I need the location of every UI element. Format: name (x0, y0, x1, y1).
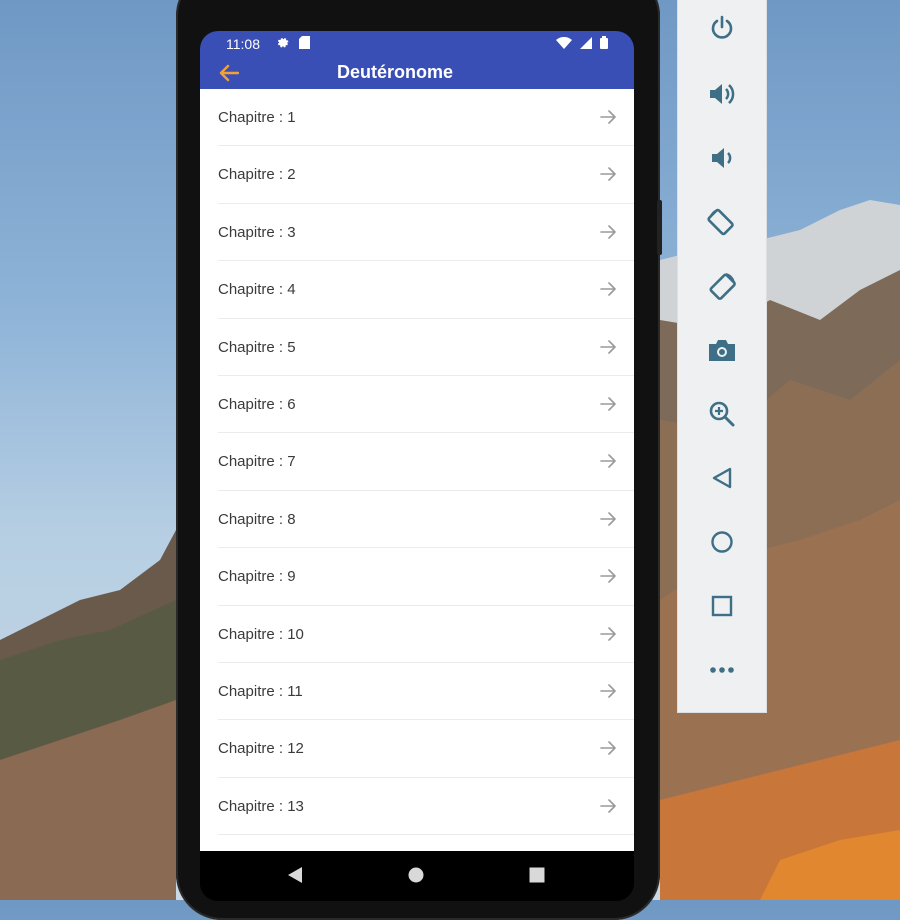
nav-back-button[interactable] (285, 865, 305, 885)
wifi-icon (556, 36, 572, 49)
battery-icon (600, 36, 608, 49)
chapter-list-item[interactable]: Chapitre : 3 (200, 204, 634, 262)
chapter-list-item[interactable]: Chapitre : 7 (200, 433, 634, 491)
arrow-right-icon (600, 282, 616, 296)
page-title-text: Deutéronome (336, 62, 453, 82)
home-circle-icon (408, 867, 424, 883)
arrow-right-icon (600, 167, 616, 182)
chapter-label: Chapitre : 2 (218, 166, 296, 184)
screenshot-button[interactable] (704, 332, 740, 368)
more-button[interactable] (704, 652, 740, 688)
chapter-list-item[interactable]: Chapitre : 1 (200, 89, 634, 147)
chapter-list: Chapitre : 1 Chapitre : 2 Chapitre : 3 Chap… (200, 89, 634, 851)
chapter-list-item[interactable]: Chapitre : 2 (200, 146, 634, 204)
chapter-label: Chapitre : 4 (218, 281, 296, 299)
chapter-label: Chapitre : 12 (218, 740, 304, 758)
chapter-list-item[interactable]: Chapitre : 5 (200, 319, 634, 376)
rotate-left-button[interactable] (704, 204, 740, 240)
rotate-left-icon (707, 208, 734, 236)
arrow-right-icon (600, 684, 616, 698)
chapter-label: Chapitre : 5 (218, 338, 296, 356)
gear-icon (277, 38, 289, 48)
chapter-list-item[interactable]: Chapitre : 9 (200, 548, 634, 606)
power-button[interactable] (704, 10, 740, 46)
more-icon (710, 667, 734, 673)
overview-icon (711, 595, 733, 617)
chapter-list-item[interactable]: Chapitre : 4 (200, 261, 634, 319)
app-bar: Deutéronome (200, 57, 634, 89)
volume-up-icon (710, 84, 735, 104)
volume-down-icon (712, 148, 732, 168)
volume-up-button[interactable] (704, 76, 740, 112)
rotate-right-icon (709, 273, 736, 300)
status-bar: 11:08 (200, 31, 634, 57)
chapter-list-item[interactable]: Chapitre : 8 (200, 491, 634, 549)
phone-side-button (657, 200, 662, 255)
sd-card-icon (299, 36, 310, 49)
home-button-emulator[interactable] (704, 524, 740, 560)
chapter-label: Chapitre : 13 (218, 797, 304, 815)
chapter-label: Chapitre : 9 (218, 568, 296, 586)
android-nav-bar (200, 851, 634, 901)
chapter-list-item[interactable]: Chapitre : 6 (200, 376, 634, 434)
arrow-right-icon (600, 110, 616, 124)
chapter-list-item[interactable]: Chapitre : 11 (200, 663, 634, 721)
emulator-toolbar (677, 0, 767, 713)
recents-square-icon (529, 867, 545, 883)
chapter-list-item[interactable]: Chapitre : 12 (200, 720, 634, 778)
chapter-label: Chapitre : 8 (218, 510, 296, 528)
back-button-emulator[interactable] (704, 460, 740, 496)
chapter-label: Chapitre : 10 (218, 625, 304, 643)
nav-home-button[interactable] (406, 865, 426, 885)
nav-recents-button[interactable] (527, 865, 547, 885)
page-title: Deutéronome (200, 62, 634, 83)
zoom-in-icon (709, 401, 735, 427)
arrow-right-icon (600, 741, 616, 756)
rotate-right-button[interactable] (704, 268, 740, 304)
back-icon (712, 467, 732, 489)
arrow-right-icon (600, 454, 616, 469)
chapter-label: Chapitre : 1 (218, 109, 296, 126)
chapter-list-item[interactable]: Chapitre : 13 (200, 778, 634, 836)
arrow-right-icon (600, 511, 616, 526)
volume-down-button[interactable] (704, 140, 740, 176)
signal-icon (580, 36, 592, 49)
arrow-right-icon (600, 339, 616, 354)
arrow-right-icon (600, 397, 616, 411)
status-time: 11:08 (226, 36, 260, 52)
zoom-button[interactable] (704, 396, 740, 432)
camera-icon (709, 340, 735, 361)
power-icon (711, 15, 733, 39)
chapter-list-item[interactable]: Chapitre : 10 (200, 606, 634, 663)
overview-button-emulator[interactable] (704, 588, 740, 624)
phone-screen: 11:08 Deutéronome Chapitre : 1 Chapitre :… (200, 31, 634, 901)
home-icon (711, 531, 733, 553)
chapter-label: Chapitre : 3 (218, 223, 296, 241)
chapter-label: Chapitre : 11 (218, 683, 303, 700)
row-divider (218, 834, 634, 836)
arrow-right-icon (600, 224, 616, 239)
arrow-right-icon (600, 626, 616, 641)
chapter-label: Chapitre : 6 (218, 396, 296, 413)
chapter-label: Chapitre : 7 (218, 453, 296, 471)
arrow-right-icon (600, 798, 616, 813)
back-triangle-icon (288, 867, 302, 883)
arrow-right-icon (600, 569, 616, 583)
